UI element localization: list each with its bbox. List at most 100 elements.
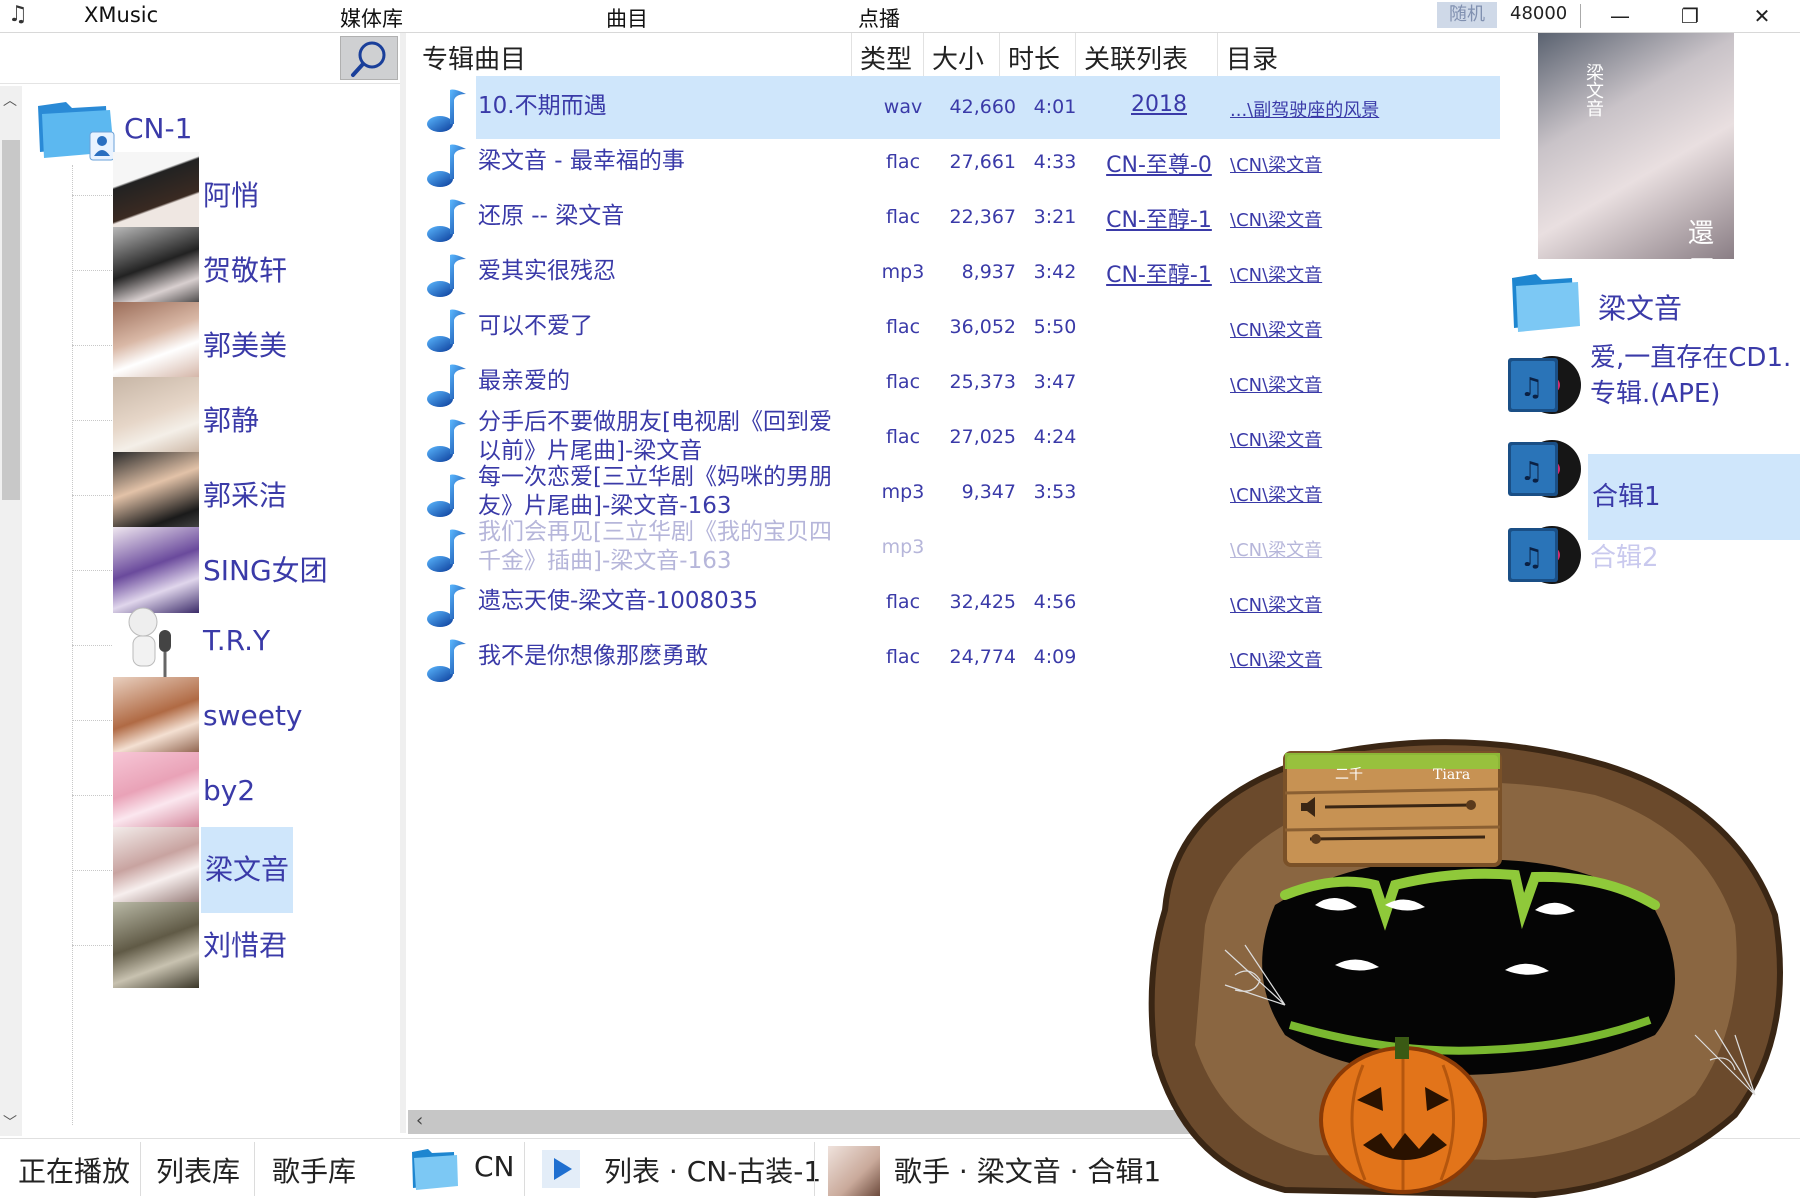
tree-connector — [72, 720, 112, 721]
track-row[interactable]: 我不是你想像那麽勇敢 flac 24,774 4:09 \CN\梁文音 — [420, 626, 1500, 689]
track-title: 每一次恋爱[三立华剧《妈咪的男朋友》片尾曲]-梁文音-163 — [478, 464, 832, 519]
tab-now-playing[interactable]: 正在播放 — [18, 1150, 130, 1190]
close-button[interactable]: ✕ — [1732, 0, 1792, 32]
tab-artists[interactable]: 歌手库 — [272, 1150, 356, 1190]
title-divider — [1580, 4, 1581, 28]
track-dir-link[interactable]: \CN\梁文音 — [1230, 481, 1430, 507]
title-bar: ♫ XMusic 媒体库 曲目 点播 随机 48000 — ❐ ✕ — [0, 0, 1800, 33]
artist-name: SING女团 — [203, 554, 328, 587]
track-row[interactable]: 梁文音 - 最幸福的事 flac 27,661 4:33 CN-至尊-0 \CN\梁文音 — [420, 131, 1500, 194]
album-item[interactable]: ♫ 合辑2 — [1506, 518, 1796, 604]
track-row[interactable]: 分手后不要做朋友[电视剧《回到爱以前》片尾曲]-梁文音 flac 27,025 4:2… — [420, 406, 1500, 469]
artist-name: 郭采洁 — [203, 479, 288, 512]
artist-name: by2 — [203, 774, 256, 807]
track-related-list-link[interactable]: 2018 — [1084, 92, 1234, 117]
track-row[interactable]: 我们会再见[三立华剧《我的宝贝四千金》插曲]-梁文音-163 mp3 \CN\梁文音 — [420, 516, 1500, 579]
track-dir-link[interactable]: \CN\梁文音 — [1230, 151, 1430, 177]
artist-item[interactable]: 梁文音 — [72, 827, 392, 913]
track-size: 27,025 — [949, 426, 1016, 448]
track-dir-link[interactable]: \CN\梁文音 — [1230, 206, 1430, 232]
artist-item[interactable]: 郭采洁 — [72, 452, 392, 538]
album-cover: 梁文音 還原 — [1538, 33, 1734, 286]
music-note-icon — [424, 194, 472, 244]
random-toggle[interactable]: 随机 — [1437, 2, 1497, 28]
scroll-up-icon[interactable]: ︿ — [3, 90, 17, 110]
halloween-player-widget[interactable]: 二千 Tiara — [1135, 735, 1800, 1200]
crumb-library[interactable]: CN — [474, 1150, 515, 1183]
crumb-artist-avatar[interactable] — [828, 1146, 880, 1196]
track-dir-link[interactable]: \CN\梁文音 — [1230, 591, 1430, 617]
artist-item[interactable]: SING女团 — [72, 527, 392, 613]
music-note-icon — [424, 634, 472, 684]
tree-root-label[interactable]: CN-1 — [124, 112, 192, 145]
crumb-play-icon[interactable] — [540, 1146, 584, 1196]
crumb-artist[interactable]: 歌手 · 梁文音 · 合辑1 — [894, 1150, 1161, 1190]
track-dir-link[interactable]: \CN\梁文音 — [1230, 316, 1430, 342]
menu-library[interactable]: 媒体库 — [340, 3, 403, 33]
track-dir-link[interactable]: \CN\梁文音 — [1230, 426, 1430, 452]
crumb-divider — [814, 1142, 815, 1196]
track-dir-link[interactable]: \CN\梁文音 — [1230, 261, 1430, 287]
artist-item[interactable]: 贺敬轩 — [72, 227, 392, 313]
tree-connector — [72, 495, 112, 496]
scroll-down-icon[interactable]: ﹀ — [3, 1112, 17, 1132]
artist-item[interactable]: sweety — [72, 677, 392, 763]
tab-playlists[interactable]: 列表库 — [156, 1150, 240, 1190]
track-row[interactable]: 遗忘天使-梁文音-1008035 flac 32,425 4:56 \CN\梁文音 — [420, 571, 1500, 634]
track-dir-link[interactable]: \CN\梁文音 — [1230, 371, 1430, 397]
track-related-list-link[interactable]: CN-至尊-0 — [1084, 147, 1234, 179]
music-note-icon — [424, 524, 472, 574]
track-title: 10.不期而遇 — [478, 93, 607, 119]
track-duration: 3:47 — [1033, 371, 1077, 393]
music-note-icon — [424, 139, 472, 189]
album-disc-icon: ♫ — [1506, 438, 1584, 500]
search-button[interactable] — [340, 36, 398, 80]
svg-text:♫: ♫ — [1520, 543, 1543, 573]
tree-connector — [72, 645, 112, 646]
track-dir-link[interactable]: \CN\梁文音 — [1230, 536, 1430, 562]
track-row[interactable]: 每一次恋爱[三立华剧《妈咪的男朋友》片尾曲]-梁文音-163 mp3 9,347 3:… — [420, 461, 1500, 524]
album-disc-icon: ♫ — [1506, 524, 1584, 586]
artist-folder-label[interactable]: 梁文音 — [1598, 287, 1682, 327]
track-size: 32,425 — [949, 591, 1016, 613]
track-row[interactable]: 最亲爱的 flac 25,373 3:47 \CN\梁文音 — [420, 351, 1500, 414]
crumb-playlist[interactable]: 列表 · CN-古装-1 — [604, 1150, 821, 1190]
artist-folder-icon[interactable] — [1510, 270, 1582, 336]
artist-name: 郭静 — [203, 404, 260, 437]
crumb-folder-icon[interactable] — [410, 1146, 460, 1196]
artist-item[interactable]: 刘惜君 — [72, 902, 392, 988]
cover-title-text: 還原 — [1688, 219, 1715, 286]
app-title: XMusic — [84, 3, 159, 27]
track-row[interactable]: 可以不爱了 flac 36,052 5:50 \CN\梁文音 — [420, 296, 1500, 359]
track-title: 可以不爱了 — [478, 313, 593, 339]
artist-avatar — [113, 752, 199, 838]
track-related-list-link[interactable]: CN-至醇-1 — [1084, 202, 1234, 234]
artist-item[interactable]: 郭静 — [72, 377, 392, 463]
artist-name: sweety — [203, 699, 303, 732]
track-size: 42,660 — [949, 96, 1016, 118]
artist-item[interactable]: by2 — [72, 752, 392, 838]
artist-item[interactable]: T.R.Y — [72, 602, 392, 688]
track-row[interactable]: 爱其实很残忍 mp3 8,937 3:42 CN-至醇-1 \CN\梁文音 — [420, 241, 1500, 304]
artist-item[interactable]: 阿悄 — [72, 152, 392, 238]
track-duration: 4:56 — [1033, 591, 1077, 613]
scroll-left-icon[interactable]: ‹ — [416, 1110, 423, 1131]
tree-connector — [72, 345, 112, 346]
track-row[interactable]: 还原 -- 梁文音 flac 22,367 3:21 CN-至醇-1 \CN\梁文音 — [420, 186, 1500, 249]
artist-item[interactable]: 郭美美 — [72, 302, 392, 388]
track-dir-link[interactable]: \CN\梁文音 — [1230, 646, 1430, 672]
tree-scrollbar[interactable]: ︿ ﹀ — [0, 86, 22, 1136]
menu-on-demand[interactable]: 点播 — [858, 3, 900, 33]
panel-divider[interactable] — [400, 33, 406, 1133]
scroll-thumb[interactable] — [2, 140, 20, 500]
track-dir-link[interactable]: ...\副驾驶座的风景 — [1230, 96, 1430, 122]
album-item[interactable]: ♫ 合辑1 — [1506, 432, 1800, 540]
track-related-list-link[interactable]: CN-至醇-1 — [1084, 257, 1234, 289]
menu-tracks[interactable]: 曲目 — [606, 3, 648, 33]
artist-name: 梁文音 — [201, 827, 294, 913]
album-item[interactable]: ♫ 爱,一直存在CD1.专辑.(APE) — [1506, 343, 1796, 434]
track-duration: 4:09 — [1033, 646, 1077, 668]
track-row[interactable]: 10.不期而遇 wav 42,660 4:01 2018 ...\副驾驶座的风景 — [420, 76, 1500, 139]
minimize-button[interactable]: — — [1590, 0, 1650, 32]
restore-button[interactable]: ❐ — [1660, 0, 1720, 32]
